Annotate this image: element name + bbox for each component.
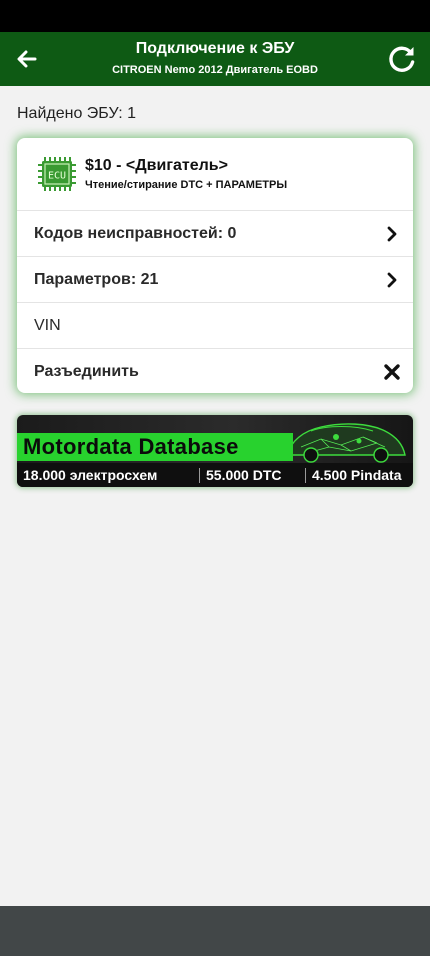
ecu-description: Чтение/стирание DTC + ПАРАМЕТРЫ <box>85 179 288 191</box>
close-icon <box>384 364 400 380</box>
found-ecu-count: Найдено ЭБУ: 1 <box>17 105 137 122</box>
car-wiring-icon <box>286 423 406 463</box>
chevron-right-icon <box>387 226 397 242</box>
motordata-banner[interactable]: Motordata Database 18.000 электросхем 55… <box>17 415 413 487</box>
stat-divider <box>305 468 306 483</box>
row-parameters[interactable]: Параметров: 21 <box>17 256 413 302</box>
row-dtc-codes[interactable]: Кодов неисправностей: 0 <box>17 210 413 256</box>
ecu-chip-icon: ECU <box>38 157 76 191</box>
row-vin[interactable]: VIN <box>17 302 413 348</box>
stat-divider <box>199 468 200 483</box>
back-button[interactable] <box>10 44 44 74</box>
refresh-icon <box>389 46 415 72</box>
app-header: Подключение к ЭБУ CITROEN Nemo 2012 Двиг… <box>0 32 430 86</box>
chevron-right-icon <box>387 272 397 288</box>
system-navigation-bar <box>0 906 430 956</box>
ecu-title: $10 - <Двигатель> <box>85 157 228 174</box>
ecu-card-header[interactable]: ECU $10 - <Двигатель> Чтение/стирание DT… <box>17 138 413 210</box>
ecu-card: ECU $10 - <Двигатель> Чтение/стирание DT… <box>17 138 413 393</box>
refresh-button[interactable] <box>384 41 420 77</box>
disconnect-label: Разъединить <box>34 363 139 380</box>
svg-text:ECU: ECU <box>48 171 66 182</box>
stat-wiring-diagrams: 18.000 электросхем <box>23 467 158 483</box>
banner-title: Motordata Database <box>23 434 239 459</box>
banner-stats: 18.000 электросхем 55.000 DTC 4.500 Pind… <box>17 463 413 487</box>
stat-dtc: 55.000 DTC <box>206 467 282 483</box>
dtc-count-label: Кодов неисправностей: 0 <box>34 225 237 242</box>
page-title: Подключение к ЭБУ <box>135 40 295 57</box>
row-disconnect[interactable]: Разъединить <box>17 348 413 393</box>
stat-pindata: 4.500 Pindata <box>312 467 402 483</box>
arrow-left-icon <box>17 50 37 68</box>
status-bar <box>0 0 430 32</box>
vehicle-subtitle: CITROEN Nemo 2012 Двигатель EOBD <box>112 64 318 76</box>
parameters-count-label: Параметров: 21 <box>34 271 159 288</box>
vin-label: VIN <box>34 317 61 334</box>
